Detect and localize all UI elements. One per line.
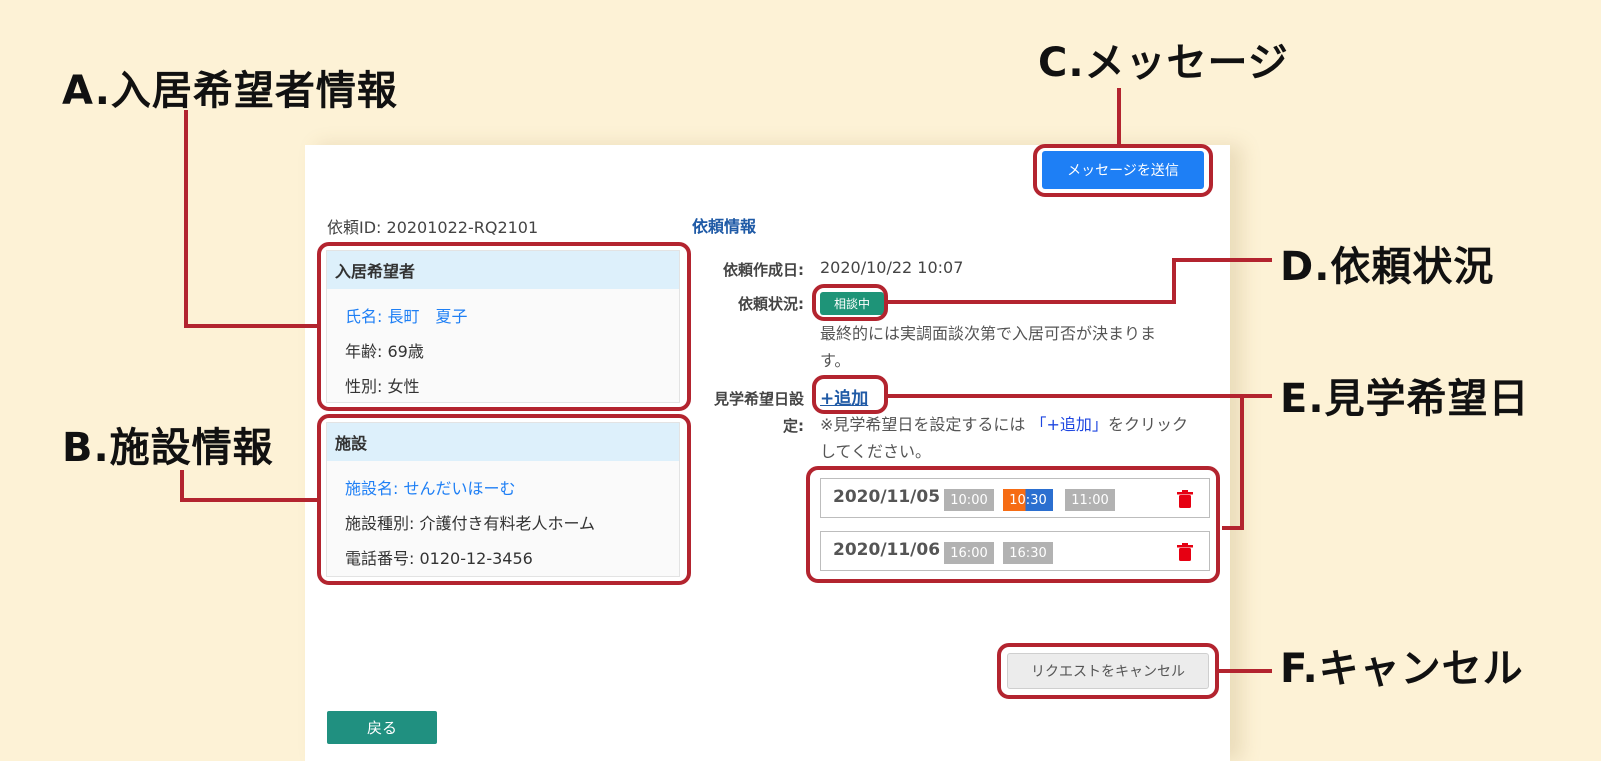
- back-button[interactable]: 戻る: [327, 711, 437, 744]
- leader-line-e: [1240, 394, 1244, 530]
- callout-e: E.見学希望日: [1280, 376, 1530, 422]
- highlight-frame-applicant: [317, 242, 691, 411]
- leader-line-b: [180, 498, 318, 502]
- leader-line-d: [1172, 258, 1176, 304]
- highlight-frame-cancel: [997, 643, 1219, 699]
- request-info-title: 依頼情報: [692, 217, 757, 236]
- highlight-frame-status: [812, 284, 888, 321]
- visit-note-line2: してください。: [820, 442, 932, 461]
- leader-line-f: [1218, 669, 1272, 673]
- leader-line-c: [1117, 88, 1121, 148]
- leader-line-a: [184, 110, 188, 328]
- created-date-value: 2020/10/22 10:07: [820, 258, 964, 277]
- status-note: 最終的には実調面談次第で入居可否が決まりま す。: [820, 320, 1156, 374]
- leader-line-a: [184, 324, 318, 328]
- visit-note-prefix: ※見学希望日を設定するには: [820, 415, 1026, 434]
- leader-line-e: [1240, 394, 1272, 398]
- leader-line-e: [884, 394, 1244, 398]
- visit-date-label-line1: 見学希望日設: [713, 390, 804, 408]
- highlight-frame-add: [812, 375, 888, 414]
- callout-c: C.メッセージ: [1038, 40, 1289, 86]
- callout-d: D.依頼状況: [1280, 244, 1495, 290]
- status-note-line2: す。: [820, 351, 851, 370]
- highlight-frame-message: [1033, 144, 1213, 197]
- highlight-frame-facility: [317, 414, 691, 585]
- highlight-frame-dates: [806, 466, 1220, 583]
- callout-f: F.キャンセル: [1280, 646, 1524, 692]
- visit-note: ※見学希望日を設定するには 「+追加」をクリック してください。: [820, 411, 1188, 465]
- callout-a: A.入居希望者情報: [62, 68, 398, 114]
- visit-note-suffix: をクリック: [1107, 415, 1188, 434]
- leader-line-e: [1222, 526, 1244, 530]
- status-label: 依頼状況:: [738, 295, 804, 313]
- callout-b: B.施設情報: [62, 425, 274, 471]
- leader-line-d: [884, 300, 1176, 304]
- visit-date-label-line2: 定:: [783, 417, 804, 435]
- request-id: 依頼ID: 20201022-RQ2101: [327, 218, 539, 237]
- visit-note-line1: ※見学希望日を設定するには 「+追加」をクリック: [820, 411, 1188, 438]
- status-note-line1: 最終的には実調面談次第で入居可否が決まりま: [820, 324, 1157, 343]
- leader-line-d: [1172, 258, 1272, 262]
- created-date-label: 依頼作成日:: [723, 261, 804, 279]
- visit-date-label: 見学希望日設 定:: [714, 386, 804, 440]
- visit-note-add-link: 「+追加」: [1030, 415, 1108, 434]
